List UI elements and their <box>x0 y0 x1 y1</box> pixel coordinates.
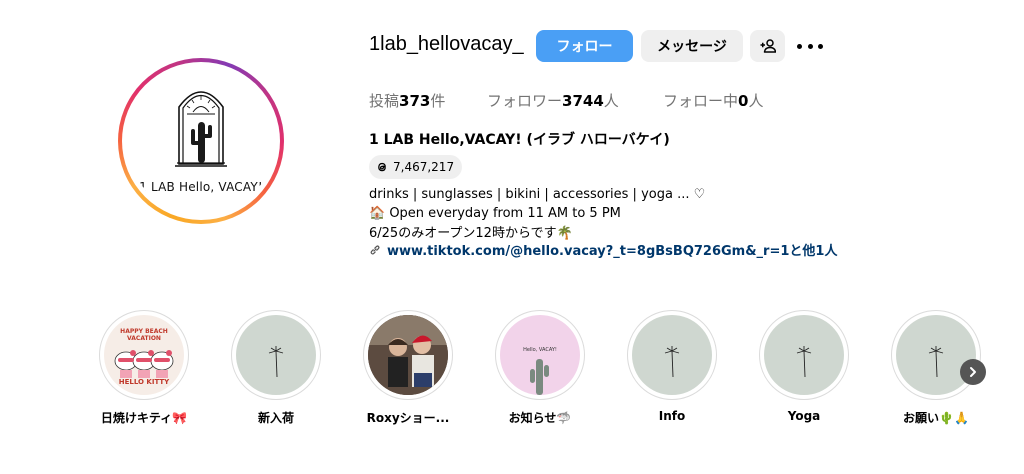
avatar-ring-gap: 1 LAB Hello, VACAY! <box>122 62 280 220</box>
dot <box>818 43 823 49</box>
highlight-label: お願い🌵🙏 <box>903 411 969 425</box>
cactus-icon <box>530 359 549 395</box>
highlight-image <box>368 315 448 395</box>
palm-tree-icon <box>268 346 284 378</box>
highlight-cover <box>231 310 321 400</box>
highlight-label: Info <box>658 409 686 423</box>
highlight-image <box>632 315 712 395</box>
highlight-cover <box>363 310 453 400</box>
full-name: 1 LAB Hello,VACAY! (イラブ ハローバケイ) <box>369 132 670 148</box>
threads-count: 7,467,217 <box>393 160 455 174</box>
highlight-label: 日焼けキティ🎀 <box>100 411 188 425</box>
bio-line: 🏠 Open everyday from 11 AM to 5 PM <box>369 206 621 221</box>
highlight-cover: Hello, VACAY! <box>495 310 585 400</box>
highlight-cover <box>627 310 717 400</box>
palm-tree-icon <box>664 346 680 378</box>
highlight-image <box>236 315 316 395</box>
suggest-accounts-button[interactable] <box>750 30 785 62</box>
following-stat[interactable]: フォロー中0人 <box>663 90 763 111</box>
highlight-image <box>896 315 976 395</box>
bio-link-text: www.tiktok.com/@hello.vacay?_t=8gBsBQ726… <box>387 244 838 259</box>
threads-icon <box>375 160 389 174</box>
followers-stat[interactable]: フォロワー3744人 <box>487 90 619 111</box>
highlight-item[interactable]: HAPPY BEACH VACATION HELLO KITTY 日焼けキティ🎀 <box>99 310 189 426</box>
highlights-next-button[interactable] <box>960 359 986 385</box>
bio-line: drinks | sunglasses | bikini | accessori… <box>369 187 706 202</box>
dot <box>807 43 813 49</box>
highlight-label: Roxyショー... <box>366 411 450 425</box>
threads-badge[interactable]: 7,467,217 <box>369 155 463 179</box>
dot <box>797 43 802 49</box>
highlight-label: Yoga <box>787 409 821 423</box>
highlight-image: Hello, VACAY! <box>500 315 580 395</box>
username: 1lab_hellovacay_ <box>369 33 524 55</box>
highlight-item[interactable]: 新入荷 <box>231 310 321 426</box>
highlight-cover-title: HAPPY BEACH VACATION <box>120 328 168 342</box>
link-icon <box>369 244 381 256</box>
bio-line: 6/25のみオープン12時からです🌴 <box>369 226 573 241</box>
highlight-label: 新入荷 <box>257 411 294 425</box>
more-options-icon[interactable] <box>797 40 823 52</box>
highlight-item[interactable]: Hello, VACAY! お知らせ🦈 <box>495 310 585 426</box>
highlight-cover-title: Hello, VACAY! <box>523 347 557 353</box>
bio-link[interactable]: www.tiktok.com/@hello.vacay?_t=8gBsBQ726… <box>369 240 837 259</box>
follow-button[interactable]: フォロー <box>536 30 633 62</box>
profile-avatar[interactable]: 1 LAB Hello, VACAY! <box>118 58 284 224</box>
highlight-cover <box>759 310 849 400</box>
palm-tree-icon <box>928 346 944 378</box>
highlight-image <box>764 315 844 395</box>
avatar-caption: 1 LAB Hello, VACAY! <box>139 180 263 194</box>
highlight-label: お知らせ🦈 <box>508 411 572 425</box>
avatar-image: 1 LAB Hello, VACAY! <box>127 67 275 215</box>
highlight-image: HAPPY BEACH VACATION HELLO KITTY <box>104 315 184 395</box>
message-button[interactable]: メッセージ <box>641 30 743 62</box>
chevron-right-icon <box>970 367 976 377</box>
palm-tree-icon <box>796 346 812 378</box>
add-person-icon <box>760 39 776 53</box>
highlight-item[interactable]: Yoga <box>759 310 849 423</box>
photo-people-illustration <box>368 315 448 395</box>
highlight-cover <box>891 310 981 400</box>
highlight-item[interactable]: Roxyショー... <box>363 310 453 426</box>
highlight-cover: HAPPY BEACH VACATION HELLO KITTY <box>99 310 189 400</box>
posts-stat: 投稿373件 <box>369 92 446 110</box>
highlight-item[interactable]: Info <box>627 310 717 423</box>
highlight-cover-subtitle: HELLO KITTY <box>118 378 170 386</box>
